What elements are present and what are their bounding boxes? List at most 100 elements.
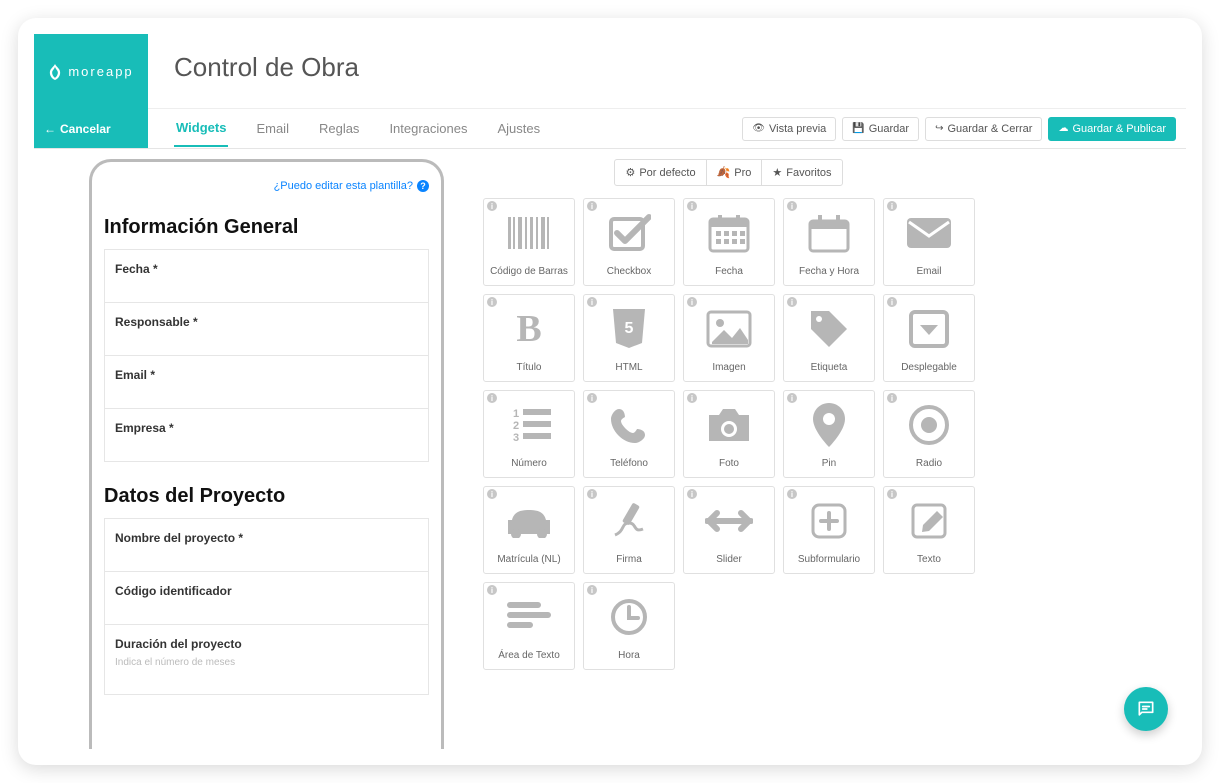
leaf-small-icon: 🍂 — [717, 166, 731, 179]
widget-label: Subformulario — [798, 554, 860, 565]
info-icon[interactable]: i — [787, 393, 797, 403]
widget-time[interactable]: i Hora — [583, 582, 675, 670]
svg-text:5: 5 — [625, 320, 634, 337]
info-icon[interactable]: i — [687, 297, 697, 307]
pin-icon — [784, 391, 874, 458]
field-email[interactable]: Email * — [104, 355, 429, 409]
widget-tag[interactable]: iEtiqueta — [783, 294, 875, 382]
field-empresa[interactable]: Empresa * — [104, 408, 429, 462]
widget-text[interactable]: i Texto — [883, 486, 975, 574]
gauge-icon: ⚙ — [625, 166, 635, 179]
tab-reglas[interactable]: Reglas — [317, 111, 361, 146]
html-icon: 5 — [584, 295, 674, 362]
info-icon[interactable]: i — [587, 585, 597, 595]
checkbox-icon — [584, 199, 674, 266]
widget-radio[interactable]: iRadio — [883, 390, 975, 478]
star-icon: ★ — [772, 166, 782, 179]
svg-text:2: 2 — [513, 420, 519, 432]
svg-text:3: 3 — [513, 432, 519, 444]
widget-slider[interactable]: i Slider — [683, 486, 775, 574]
field-fecha[interactable]: Fecha * — [104, 249, 429, 303]
chat-icon — [1136, 699, 1156, 719]
widget-date[interactable]: iFecha — [683, 198, 775, 286]
info-icon[interactable]: i — [687, 393, 697, 403]
tab-integraciones[interactable]: Integraciones — [387, 111, 469, 146]
info-icon[interactable]: i — [687, 489, 697, 499]
subform-icon — [784, 487, 874, 554]
widget-datetime[interactable]: i Fecha y Hora — [783, 198, 875, 286]
info-icon[interactable]: i — [887, 393, 897, 403]
widget-label: Texto — [917, 554, 941, 565]
edit-template-link[interactable]: ¿Puedo editar esta plantilla? ? — [104, 180, 429, 192]
widget-label: HTML — [615, 362, 642, 373]
save-icon: 💾 — [852, 123, 864, 134]
widget-barcode[interactable]: iCódigo de Barras — [483, 198, 575, 286]
widget-grid: iCódigo de BarrasiCheckboxiFecha i Fecha y… — [483, 198, 975, 670]
preview-button[interactable]: 👁 Vista previa — [742, 117, 836, 141]
widget-dropdown[interactable]: iDesplegable — [883, 294, 975, 382]
info-icon[interactable]: i — [587, 201, 597, 211]
info-icon[interactable]: i — [487, 201, 497, 211]
number-icon: 123 — [484, 391, 574, 458]
widget-tab-pro[interactable]: 🍂 Pro — [706, 159, 763, 186]
cancel-button[interactable]: ← Cancelar — [34, 109, 148, 148]
info-icon[interactable]: i — [587, 297, 597, 307]
info-icon[interactable]: i — [487, 297, 497, 307]
info-icon[interactable]: i — [787, 201, 797, 211]
save-publish-button[interactable]: ☁ Guardar & Publicar — [1048, 117, 1176, 141]
info-icon[interactable]: i — [887, 489, 897, 499]
info-icon[interactable]: i — [487, 393, 497, 403]
email-icon — [884, 199, 974, 266]
page-title: Control de Obra — [174, 52, 359, 83]
barcode-icon — [484, 199, 574, 266]
info-icon[interactable]: i — [487, 585, 497, 595]
widget-tab-default[interactable]: ⚙ Por defecto — [614, 159, 706, 186]
widget-number[interactable]: i123Número — [483, 390, 575, 478]
save-close-label: Guardar & Cerrar — [947, 123, 1032, 135]
widget-photo[interactable]: iFoto — [683, 390, 775, 478]
info-icon[interactable]: i — [587, 489, 597, 499]
app-container: moreapp Control de Obra ← Cancelar Widge… — [34, 34, 1186, 749]
widget-signature[interactable]: iFirma — [583, 486, 675, 574]
actions: 👁 Vista previa 💾 Guardar ↪ Guardar & Cer… — [742, 109, 1186, 148]
info-icon[interactable]: i — [887, 297, 897, 307]
widget-phone[interactable]: iTeléfono — [583, 390, 675, 478]
widget-image[interactable]: iImagen — [683, 294, 775, 382]
tab-widgets[interactable]: Widgets — [174, 110, 228, 147]
slider-icon — [684, 487, 774, 554]
info-icon[interactable]: i — [487, 489, 497, 499]
tab-ajustes[interactable]: Ajustes — [496, 111, 543, 146]
cancel-label: Cancelar — [60, 122, 111, 136]
brand-logo: moreapp — [34, 34, 148, 109]
widget-label: Hora — [618, 650, 640, 661]
info-icon[interactable]: i — [587, 393, 597, 403]
widget-checkbox[interactable]: iCheckbox — [583, 198, 675, 286]
widget-subform[interactable]: i Subformulario — [783, 486, 875, 574]
topbar: moreapp Control de Obra — [34, 34, 1186, 109]
widget-label: Área de Texto — [498, 650, 560, 661]
field-duracion[interactable]: Duración del proyecto Indica el número d… — [104, 624, 429, 695]
info-icon[interactable]: i — [787, 489, 797, 499]
eye-icon: 👁 — [752, 123, 765, 134]
widget-plate[interactable]: iMatrícula (NL) — [483, 486, 575, 574]
info-icon[interactable]: i — [787, 297, 797, 307]
tab-email[interactable]: Email — [254, 111, 291, 146]
widget-label: Fecha y Hora — [799, 266, 859, 277]
widget-html[interactable]: i 5 HTML — [583, 294, 675, 382]
widget-pin[interactable]: iPin — [783, 390, 875, 478]
main: ¿Puedo editar esta plantilla? ? Informac… — [34, 149, 1186, 749]
info-icon[interactable]: i — [687, 201, 697, 211]
widget-tab-favorites[interactable]: ★ Favoritos — [761, 159, 842, 186]
info-icon[interactable]: i — [887, 201, 897, 211]
widget-email[interactable]: iEmail — [883, 198, 975, 286]
widget-title[interactable]: iBTítulo — [483, 294, 575, 382]
chat-fab[interactable] — [1124, 687, 1168, 731]
save-close-button[interactable]: ↪ Guardar & Cerrar — [925, 117, 1042, 141]
save-button[interactable]: 💾 Guardar — [842, 117, 919, 141]
logout-icon: ↪ — [935, 123, 943, 134]
field-codigo[interactable]: Código identificador — [104, 571, 429, 625]
widget-textarea[interactable]: i Área de Texto — [483, 582, 575, 670]
field-responsable[interactable]: Responsable * — [104, 302, 429, 356]
field-nombre-proyecto[interactable]: Nombre del proyecto * — [104, 518, 429, 572]
widget-label: Slider — [716, 554, 742, 565]
